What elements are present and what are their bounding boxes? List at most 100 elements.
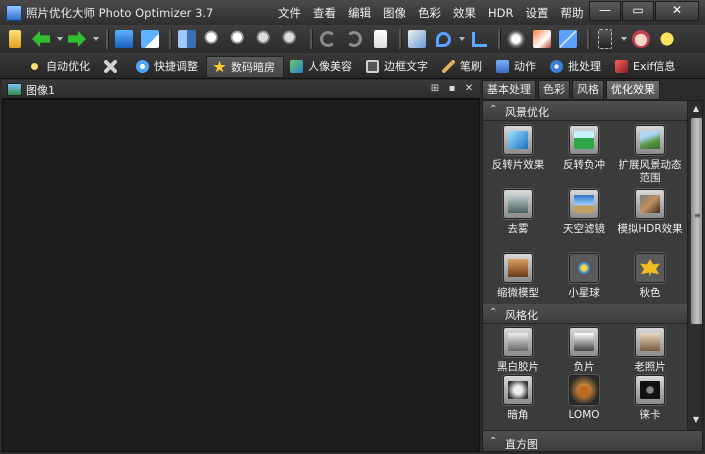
effect-miniature[interactable]: 缩微模型 xyxy=(485,253,551,300)
effect-sky-filter[interactable]: 天空滤镜 xyxy=(551,189,617,236)
effect-tiny-planet[interactable]: 小星球 xyxy=(551,253,617,300)
effect-label: 负片 xyxy=(573,361,595,373)
zoom-actual-icon xyxy=(282,30,300,48)
compare-button[interactable] xyxy=(176,28,198,50)
menu-help[interactable]: 帮助 xyxy=(555,4,590,22)
effect-old-photo[interactable]: 老照片 xyxy=(617,327,683,374)
tab-label: 笔刷 xyxy=(460,60,482,73)
effect-vignette[interactable]: 暗角 xyxy=(485,375,551,422)
effect-leica[interactable]: 徕卡 xyxy=(617,375,683,422)
menu-hdr[interactable]: HDR xyxy=(482,4,520,22)
tab-optimize-effects[interactable]: 优化效果 xyxy=(606,80,660,100)
crop-button[interactable] xyxy=(468,28,490,50)
menu-view[interactable]: 查看 xyxy=(307,4,342,22)
back-arrow-icon xyxy=(32,30,50,48)
forward-arrow-icon xyxy=(68,30,86,48)
save-as-icon xyxy=(141,30,159,48)
effect-cross-process[interactable]: 反转负冲 xyxy=(551,125,617,172)
zoom-actual-button[interactable] xyxy=(280,28,302,50)
zoom-fit-button[interactable] xyxy=(254,28,276,50)
image-canvas[interactable] xyxy=(2,99,480,452)
cross-process-icon xyxy=(574,131,594,149)
effect-landscape-dynamic-range[interactable]: 扩展风景动态范围 xyxy=(617,125,683,185)
tab-style[interactable]: 风格 xyxy=(572,80,604,100)
menu-settings[interactable]: 设置 xyxy=(520,4,555,22)
effect-label: 秋色 xyxy=(639,287,661,299)
menu-image[interactable]: 图像 xyxy=(377,4,412,22)
close-button[interactable]: ✕ xyxy=(655,1,699,21)
tab-frame-text[interactable]: 边框文字 xyxy=(360,56,436,76)
effect-label: 小星球 xyxy=(568,287,600,299)
chevron-down-icon xyxy=(93,37,99,41)
panel-scrollbar[interactable]: ▲ ≡ ▼ xyxy=(687,101,702,451)
fit-window-icon[interactable]: ⊞ xyxy=(428,82,442,95)
undo-button[interactable] xyxy=(317,28,339,50)
skin-button[interactable] xyxy=(630,28,652,50)
tab-label: 快捷调整 xyxy=(154,60,198,73)
tab-quick-adjust[interactable]: 快捷调整 xyxy=(130,56,206,76)
clone-brush-button[interactable] xyxy=(531,28,553,50)
save-as-button[interactable] xyxy=(139,28,161,50)
back-history-dropdown[interactable] xyxy=(56,28,64,50)
back-button[interactable] xyxy=(30,28,52,50)
filmstrip-button[interactable] xyxy=(594,28,616,50)
redo-button[interactable] xyxy=(343,28,365,50)
scroll-down-icon[interactable]: ▼ xyxy=(690,414,702,426)
tab-brush[interactable]: 笔刷 xyxy=(436,56,490,76)
section-header-landscape[interactable]: ⌃ 风景优化 xyxy=(483,101,687,121)
close-document-icon[interactable]: ✕ xyxy=(462,82,476,95)
zoom-in-button[interactable] xyxy=(202,28,224,50)
minimize-button[interactable]: — xyxy=(589,1,621,21)
section-header-histogram[interactable]: ⌃ 直方图 xyxy=(483,430,702,451)
effect-reversal-film[interactable]: 反转片效果 xyxy=(485,125,551,172)
effect-lomo[interactable]: LOMO xyxy=(551,375,617,422)
effect-bw-film[interactable]: 黑白胶片 xyxy=(485,327,551,374)
rotate-button[interactable] xyxy=(406,28,428,50)
menu-file[interactable]: 文件 xyxy=(272,4,307,22)
brush-icon xyxy=(533,30,551,48)
thumbnail xyxy=(569,125,599,155)
tab-portrait-beauty[interactable]: 人像美容 xyxy=(284,56,360,76)
scrollbar-thumb[interactable]: ≡ xyxy=(690,117,702,325)
history-button[interactable] xyxy=(369,28,391,50)
vignette-icon xyxy=(508,381,528,399)
portrait-icon xyxy=(290,59,303,73)
effect-label: 去雾 xyxy=(507,223,529,235)
effect-dehaze[interactable]: 去雾 xyxy=(485,189,551,236)
tab-exif[interactable]: Exif信息 xyxy=(609,56,683,76)
transform-dropdown[interactable] xyxy=(458,28,466,50)
filmstrip-dropdown[interactable] xyxy=(620,28,628,50)
chevron-down-icon xyxy=(57,37,63,41)
effect-label: 天空滤镜 xyxy=(563,223,605,235)
save-button[interactable] xyxy=(113,28,135,50)
effect-negative[interactable]: 负片 xyxy=(551,327,617,374)
menu-edit[interactable]: 编辑 xyxy=(342,4,377,22)
tab-batch[interactable]: 批处理 xyxy=(544,56,609,76)
tab-color[interactable]: 色彩 xyxy=(538,80,570,100)
open-file-button[interactable] xyxy=(4,28,26,50)
sharpen-button[interactable] xyxy=(557,28,579,50)
help-tip-button[interactable] xyxy=(656,28,678,50)
restore-icon[interactable]: ▪ xyxy=(445,82,459,95)
scroll-up-icon[interactable]: ▲ xyxy=(690,103,702,115)
tab-actions[interactable]: 动作 xyxy=(490,56,544,76)
forward-history-dropdown[interactable] xyxy=(92,28,100,50)
tab-basic-processing[interactable]: 基本处理 xyxy=(482,80,536,100)
menu-color[interactable]: 色彩 xyxy=(412,4,447,22)
effect-autumn[interactable]: 秋色 xyxy=(617,253,683,300)
section-header-stylize[interactable]: ⌃ 风格化 xyxy=(483,304,687,324)
autumn-leaf-icon xyxy=(640,259,660,277)
red-eye-button[interactable] xyxy=(505,28,527,50)
tab-digital-darkroom[interactable]: 数码暗房 xyxy=(206,56,284,77)
menu-effects[interactable]: 效果 xyxy=(447,4,482,22)
transform-button[interactable] xyxy=(432,28,454,50)
effect-simulated-hdr[interactable]: 模拟HDR效果 xyxy=(617,189,683,236)
maximize-button[interactable]: ▭ xyxy=(622,1,654,21)
batch-icon xyxy=(550,59,563,73)
document-title: 图像1 xyxy=(26,84,55,97)
effect-label: 徕卡 xyxy=(639,409,661,421)
forward-button[interactable] xyxy=(66,28,88,50)
tab-tools[interactable] xyxy=(98,56,130,76)
zoom-out-button[interactable] xyxy=(228,28,250,50)
tab-auto-optimize[interactable]: 自动优化 xyxy=(22,56,98,76)
